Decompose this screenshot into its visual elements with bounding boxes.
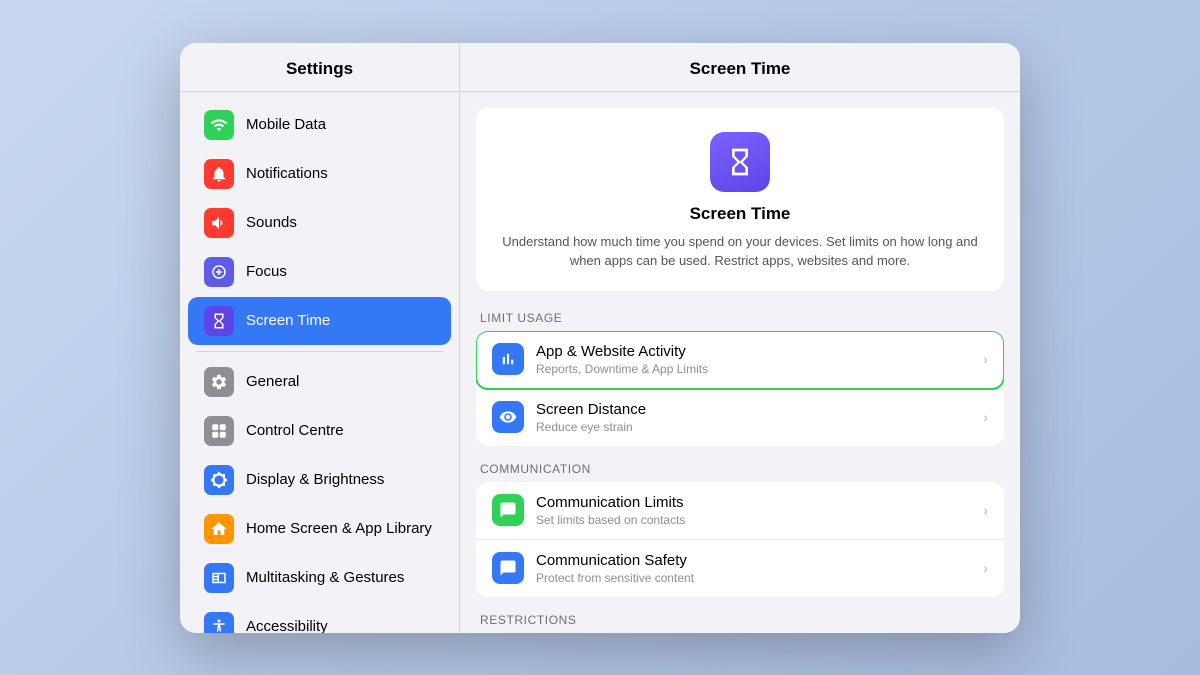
screen-time-card-title: Screen Time bbox=[496, 204, 984, 224]
section-label: RESTRICTIONS bbox=[476, 613, 1004, 633]
settings-window: Settings Mobile Data Notifications Sound… bbox=[180, 43, 1020, 633]
communication-safety-icon bbox=[492, 552, 524, 584]
section-group: App & Website Activity Reports, Downtime… bbox=[476, 331, 1004, 446]
right-content: Screen Time Understand how much time you… bbox=[460, 92, 1020, 633]
settings-title: Settings bbox=[180, 43, 459, 92]
sidebar-item-mobile-data[interactable]: Mobile Data bbox=[188, 101, 451, 149]
sidebar-label-screen-time: Screen Time bbox=[246, 312, 330, 329]
sidebar-item-accessibility[interactable]: Accessibility bbox=[188, 603, 451, 633]
sidebar-item-display-brightness[interactable]: Display & Brightness bbox=[188, 456, 451, 504]
screen-time-app-icon bbox=[710, 132, 770, 192]
left-panel: Settings Mobile Data Notifications Sound… bbox=[180, 43, 460, 633]
sidebar-label-mobile-data: Mobile Data bbox=[246, 116, 326, 133]
sidebar-divider bbox=[196, 351, 443, 352]
sidebar-label-notifications: Notifications bbox=[246, 165, 328, 182]
general-icon bbox=[204, 367, 234, 397]
notifications-icon bbox=[204, 159, 234, 189]
focus-icon bbox=[204, 257, 234, 287]
row-communication-safety[interactable]: Communication Safety Protect from sensit… bbox=[476, 540, 1004, 597]
row-screen-distance[interactable]: Screen Distance Reduce eye strain › bbox=[476, 389, 1004, 446]
row-title-app-website-activity: App & Website Activity bbox=[536, 343, 971, 360]
sidebar-item-home-screen[interactable]: Home Screen & App Library bbox=[188, 505, 451, 553]
row-text-communication-safety: Communication Safety Protect from sensit… bbox=[536, 552, 971, 585]
sidebar-label-display-brightness: Display & Brightness bbox=[246, 471, 384, 488]
sidebar-label-sounds: Sounds bbox=[246, 214, 297, 231]
communication-limits-icon bbox=[492, 494, 524, 526]
screen-time-icon bbox=[204, 306, 234, 336]
sidebar-item-multitasking[interactable]: Multitasking & Gestures bbox=[188, 554, 451, 602]
screen-time-header: Screen Time bbox=[460, 43, 1020, 92]
multitasking-icon bbox=[204, 563, 234, 593]
control-centre-icon bbox=[204, 416, 234, 446]
display-brightness-icon bbox=[204, 465, 234, 495]
row-app-website-activity[interactable]: App & Website Activity Reports, Downtime… bbox=[476, 331, 1004, 389]
sidebar-item-general[interactable]: General bbox=[188, 358, 451, 406]
row-subtitle-communication-safety: Protect from sensitive content bbox=[536, 571, 971, 585]
sidebar-label-home-screen: Home Screen & App Library bbox=[246, 520, 432, 537]
sidebar-item-focus[interactable]: Focus bbox=[188, 248, 451, 296]
row-text-screen-distance: Screen Distance Reduce eye strain bbox=[536, 401, 971, 434]
row-title-screen-distance: Screen Distance bbox=[536, 401, 971, 418]
accessibility-icon bbox=[204, 612, 234, 633]
sidebar-label-control-centre: Control Centre bbox=[246, 422, 344, 439]
row-communication-limits[interactable]: Communication Limits Set limits based on… bbox=[476, 482, 1004, 540]
section-group: Communication Limits Set limits based on… bbox=[476, 482, 1004, 597]
sidebar-label-general: General bbox=[246, 373, 299, 390]
sidebar-item-screen-time[interactable]: Screen Time bbox=[188, 297, 451, 345]
row-subtitle-communication-limits: Set limits based on contacts bbox=[536, 513, 971, 527]
chevron-communication-safety: › bbox=[983, 560, 988, 576]
sounds-icon bbox=[204, 208, 234, 238]
row-title-communication-limits: Communication Limits bbox=[536, 494, 971, 511]
row-text-app-website-activity: App & Website Activity Reports, Downtime… bbox=[536, 343, 971, 376]
mobile-data-icon bbox=[204, 110, 234, 140]
chevron-screen-distance: › bbox=[983, 409, 988, 425]
screen-time-card-desc: Understand how much time you spend on yo… bbox=[496, 232, 984, 271]
screen-time-card: Screen Time Understand how much time you… bbox=[476, 108, 1004, 291]
row-text-communication-limits: Communication Limits Set limits based on… bbox=[536, 494, 971, 527]
home-screen-icon bbox=[204, 514, 234, 544]
section-label: LIMIT USAGE bbox=[476, 311, 1004, 331]
sidebar-item-sounds[interactable]: Sounds bbox=[188, 199, 451, 247]
row-subtitle-screen-distance: Reduce eye strain bbox=[536, 420, 971, 434]
app-website-activity-icon bbox=[492, 343, 524, 375]
right-panel: Screen Time Screen Time Understand how m… bbox=[460, 43, 1020, 633]
chevron-communication-limits: › bbox=[983, 502, 988, 518]
left-list: Mobile Data Notifications Sounds Focus S… bbox=[180, 92, 459, 633]
sidebar-item-control-centre[interactable]: Control Centre bbox=[188, 407, 451, 455]
section-label: COMMUNICATION bbox=[476, 462, 1004, 482]
row-subtitle-app-website-activity: Reports, Downtime & App Limits bbox=[536, 362, 971, 376]
sidebar-label-focus: Focus bbox=[246, 263, 287, 280]
sidebar-item-notifications[interactable]: Notifications bbox=[188, 150, 451, 198]
screen-distance-icon bbox=[492, 401, 524, 433]
sidebar-label-accessibility: Accessibility bbox=[246, 618, 328, 633]
row-title-communication-safety: Communication Safety bbox=[536, 552, 971, 569]
sidebar-label-multitasking: Multitasking & Gestures bbox=[246, 569, 404, 586]
chevron-app-website-activity: › bbox=[983, 351, 988, 367]
